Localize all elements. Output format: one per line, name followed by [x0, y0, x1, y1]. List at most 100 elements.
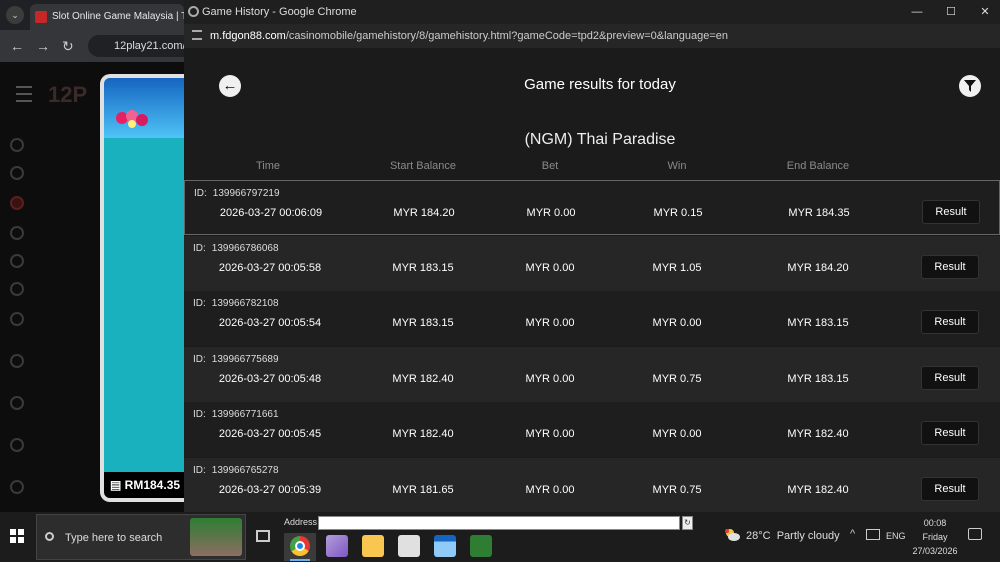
weather-widget[interactable]: 28°C Partly cloudy — [746, 530, 840, 542]
table-row: ID: 139966765278 2026-03-27 00:05:39 MYR 18… — [184, 458, 1000, 513]
chrome-icon — [188, 6, 199, 17]
site-settings-icon[interactable] — [192, 30, 202, 40]
round-id-value: 139966775689 — [211, 353, 279, 365]
back-arrow-icon[interactable]: ← — [10, 38, 24, 54]
weather-condition: Partly cloudy — [776, 530, 840, 542]
home-icon[interactable] — [10, 138, 24, 152]
calculator-icon[interactable] — [434, 535, 456, 557]
maximize-button[interactable]: ☐ — [936, 0, 966, 24]
cell-bet: MYR 0.00 — [525, 484, 575, 496]
chevron-up-icon[interactable]: ^ — [850, 528, 855, 540]
popup-url-path: /casinomobile/gamehistory/8/gamehistory.… — [285, 30, 729, 42]
cell-end: MYR 183.15 — [787, 372, 849, 385]
clock-time: 00:08 — [923, 518, 947, 528]
game-name: (NGM) Thai Paradise — [524, 131, 676, 148]
round-id-value: 139966797219 — [212, 188, 280, 199]
result-button[interactable]: Result — [921, 421, 979, 446]
sports-icon[interactable] — [10, 166, 24, 180]
gamepad-icon[interactable] — [10, 254, 24, 268]
cell-end: MYR 183.15 — [787, 317, 849, 330]
notification-icon[interactable] — [968, 528, 982, 540]
slots-icon[interactable] — [10, 196, 24, 210]
lottery-icon[interactable] — [10, 312, 24, 326]
cell-bet: MYR 0.00 — [525, 372, 575, 385]
forward-arrow-icon[interactable]: → — [36, 38, 50, 54]
game-frame[interactable]: ▤ RM184.35 — [100, 74, 184, 502]
round-id-prefix: ID: — [193, 353, 206, 365]
game-balance-bar: ▤ RM184.35 — [104, 472, 184, 498]
cell-bet: MYR 0.00 — [526, 207, 576, 219]
cell-end: MYR 184.20 — [787, 261, 849, 274]
cell-win: MYR 0.00 — [652, 428, 702, 441]
notepad-icon[interactable] — [398, 535, 420, 557]
column-header-start-balance: Start Balance — [389, 160, 457, 172]
address-toolbar-input[interactable] — [318, 516, 680, 530]
site-favicon-icon — [35, 11, 47, 23]
round-id-value: 139966771661 — [211, 409, 279, 421]
search-icon — [45, 532, 54, 541]
close-button[interactable]: ✕ — [970, 0, 1000, 24]
file-explorer-icon[interactable] — [362, 535, 384, 557]
column-header-time: Time — [255, 160, 281, 172]
round-id-value: 139966786068 — [211, 242, 279, 254]
round-id-value: 139966765278 — [211, 465, 279, 476]
round-id: ID: 139966786068 — [193, 243, 279, 254]
taskbar-clock[interactable]: 00:08 Friday 27/03/2026 — [906, 516, 964, 558]
shop-icon[interactable] — [10, 354, 24, 368]
tab-search-icon[interactable]: ⌄ — [6, 6, 24, 24]
cell-time: 2026-03-27 00:05:45 — [218, 428, 322, 441]
page-title: Game results for today — [524, 76, 676, 93]
result-button[interactable]: Result — [922, 200, 980, 224]
taskbar-search-placeholder: Type here to search — [65, 532, 163, 544]
address-toolbar-label: Address — [284, 517, 318, 527]
background-url-text: 12play21.com/ — [114, 40, 186, 52]
cell-bet: MYR 0.00 — [525, 428, 575, 441]
round-id: ID: 139966782108 — [193, 298, 279, 309]
cell-time: 2026-03-27 00:05:54 — [218, 317, 322, 330]
spreadsheet-app-icon[interactable] — [470, 535, 492, 557]
round-id-prefix: ID: — [193, 465, 206, 476]
task-view-icon[interactable] — [256, 530, 270, 542]
minimize-button[interactable]: — — [902, 0, 932, 24]
orchid-flower-image — [116, 110, 148, 128]
vip-icon[interactable] — [10, 396, 24, 410]
popup-address-bar[interactable]: m.fdgon88.com/casinomobile/gamehistory/8… — [184, 24, 1000, 48]
input-language[interactable]: ENG — [886, 531, 906, 541]
hamburger-menu-icon[interactable] — [16, 86, 32, 102]
cell-end: MYR 182.40 — [787, 428, 849, 441]
cell-start: MYR 183.15 — [392, 261, 454, 274]
diamond-icon[interactable] — [10, 480, 24, 494]
round-id: ID: 139966765278 — [193, 465, 279, 476]
result-button[interactable]: Result — [921, 310, 979, 335]
background-address-bar[interactable]: 12play21.com/ — [88, 35, 198, 57]
support-icon[interactable] — [10, 438, 24, 452]
cell-start: MYR 183.15 — [392, 317, 454, 330]
search-highlight-image[interactable] — [190, 518, 242, 556]
round-id-prefix: ID: — [193, 298, 206, 310]
result-button[interactable]: Result — [921, 254, 979, 279]
round-id: ID: 139966775689 — [193, 354, 279, 365]
chrome-taskbar-icon[interactable] — [290, 536, 310, 556]
address-go-button[interactable]: ↻ — [682, 516, 693, 530]
popup-window-title: Game History - Google Chrome — [202, 6, 357, 18]
cell-start: MYR 184.20 — [393, 207, 455, 219]
popup-title-bar: Game History - Google Chrome — ☐ ✕ — [184, 0, 1000, 24]
background-tab-title: Slot Online Game Malaysia | Top — [52, 11, 184, 22]
cell-end: MYR 182.40 — [787, 484, 849, 496]
fishing-icon[interactable] — [10, 282, 24, 296]
game-balance: RM184.35 — [124, 478, 181, 492]
table-row: ID: 139966782108 2026-03-27 00:05:54 MYR 18… — [184, 291, 1000, 347]
windows-start-button[interactable] — [10, 529, 24, 543]
network-icon[interactable] — [866, 529, 880, 540]
cell-start: MYR 181.65 — [392, 484, 454, 496]
reload-icon[interactable]: ↻ — [62, 38, 74, 55]
column-header-end-balance: End Balance — [786, 160, 850, 172]
result-button[interactable]: Result — [921, 477, 979, 501]
football-icon[interactable] — [10, 226, 24, 240]
round-id: ID: 139966771661 — [193, 409, 279, 420]
background-tab[interactable]: Slot Online Game Malaysia | Top — [30, 4, 184, 30]
result-button[interactable]: Result — [921, 365, 979, 390]
quill-app-icon[interactable] — [326, 535, 348, 557]
cell-bet: MYR 0.00 — [525, 317, 575, 330]
popup-url-host: m.fdgon88.com — [210, 30, 286, 42]
